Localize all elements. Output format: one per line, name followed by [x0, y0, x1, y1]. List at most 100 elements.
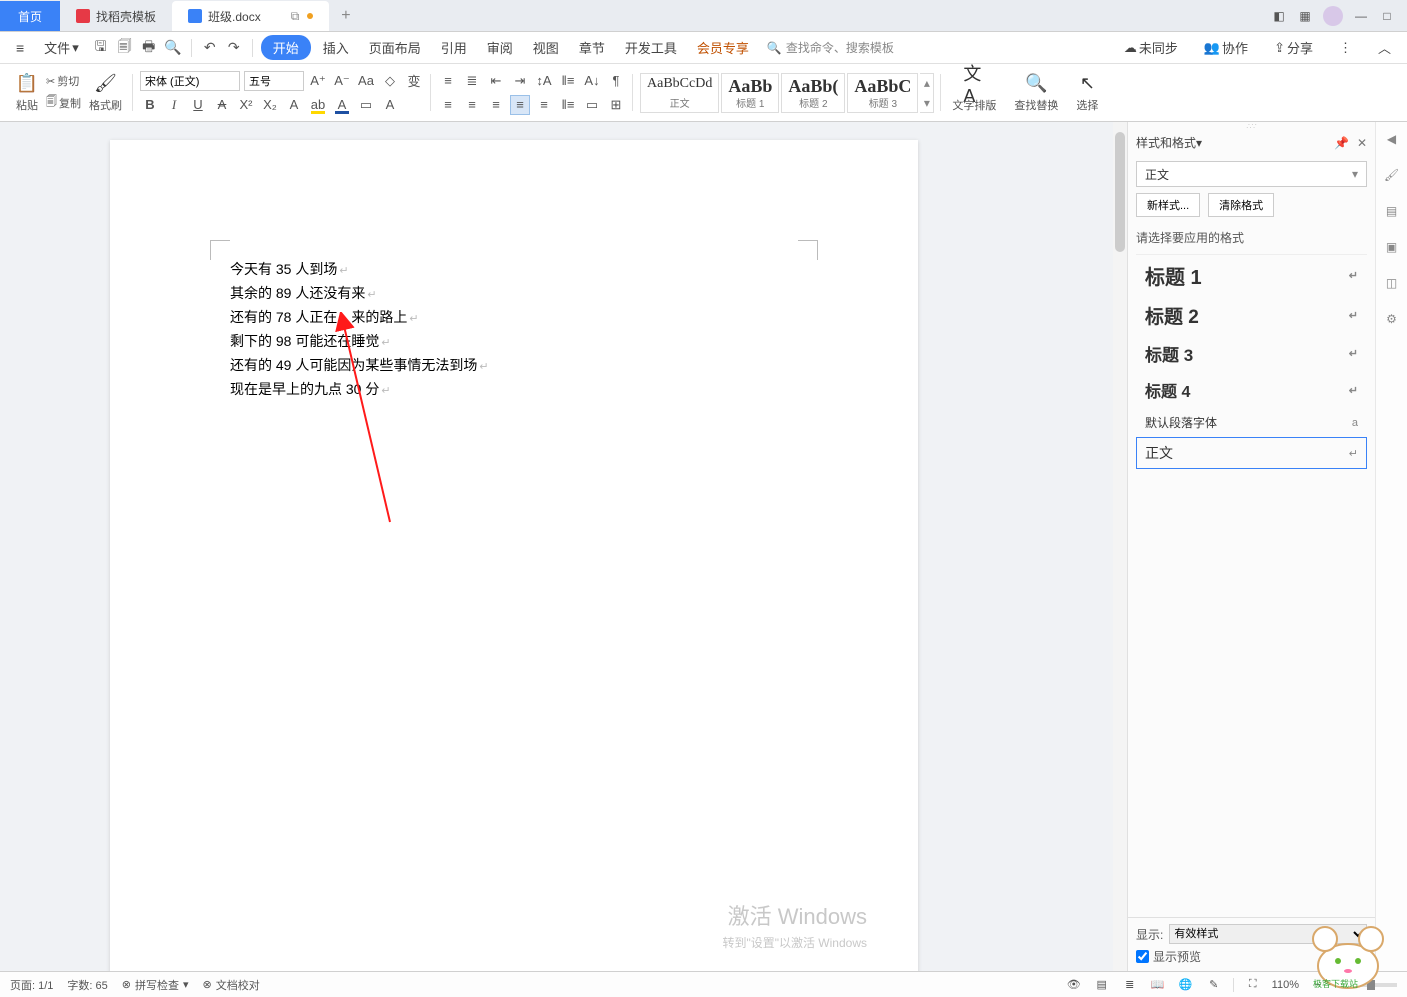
change-case-icon[interactable]: Aa: [356, 71, 376, 91]
tab-document-active[interactable]: 班级.docx ⧉: [172, 1, 329, 31]
file-menu[interactable]: 文件 ▾: [36, 34, 87, 61]
paragraph-spacing-button[interactable]: ‖≡: [558, 95, 578, 115]
clear-format-button[interactable]: 清除格式: [1208, 193, 1274, 217]
tab-section[interactable]: 章节: [571, 34, 613, 61]
view-focus-icon[interactable]: ✎: [1205, 976, 1223, 994]
saveas-icon[interactable]: 🗐: [115, 38, 135, 58]
copy-button[interactable]: 🗐复制: [46, 93, 81, 112]
align-justify-button[interactable]: ≡: [510, 95, 530, 115]
style-h3[interactable]: AaBbC标题 3: [847, 73, 918, 113]
line-spacing-button[interactable]: ‖≡: [558, 71, 578, 91]
user-avatar[interactable]: [1323, 6, 1343, 26]
sidebar-settings-icon[interactable]: ⚙: [1383, 310, 1401, 328]
style-item-h2[interactable]: 标题 2↵: [1136, 296, 1367, 335]
clear-format-icon[interactable]: ◇: [380, 71, 400, 91]
style-item-h4[interactable]: 标题 4↵: [1136, 372, 1367, 408]
borders-button[interactable]: ⊞: [606, 95, 626, 115]
zoom-slider[interactable]: [1337, 983, 1397, 987]
doc-line-2[interactable]: 其余的 89 人还没有来↵: [230, 282, 818, 306]
tab-layout[interactable]: 页面布局: [361, 34, 429, 61]
increase-indent-button[interactable]: ⇥: [510, 71, 530, 91]
grid-apps-icon[interactable]: ▦: [1297, 8, 1313, 24]
eye-view-icon[interactable]: 👁: [1065, 976, 1083, 994]
tab-member[interactable]: 会员专享: [689, 34, 757, 61]
vertical-scrollbar[interactable]: [1113, 122, 1127, 971]
text-direction-button[interactable]: ↕A: [534, 71, 554, 91]
tab-start[interactable]: 开始: [261, 35, 311, 60]
collapse-ribbon-icon[interactable]: ︿: [1370, 34, 1399, 61]
window-maximize-icon[interactable]: □: [1379, 8, 1395, 24]
view-web-icon[interactable]: 🌐: [1177, 976, 1195, 994]
pin-icon[interactable]: 📌: [1334, 136, 1349, 150]
text-effects-button[interactable]: A: [284, 95, 304, 115]
view-print-layout-icon[interactable]: ▤: [1093, 976, 1111, 994]
zoom-level[interactable]: 110%: [1272, 979, 1299, 991]
style-item-h3[interactable]: 标题 3↵: [1136, 335, 1367, 372]
tab-review[interactable]: 审阅: [479, 34, 521, 61]
decrease-indent-button[interactable]: ⇤: [486, 71, 506, 91]
show-marks-button[interactable]: ¶: [606, 71, 626, 91]
select-button[interactable]: ↖选择: [1072, 71, 1102, 115]
share-button[interactable]: ⇪ 分享: [1266, 34, 1321, 61]
tab-reference[interactable]: 引用: [433, 34, 475, 61]
tab-popout-icon[interactable]: ⧉: [291, 9, 300, 24]
doc-line-1[interactable]: 今天有 35 人到场↵: [230, 258, 818, 282]
current-style-select[interactable]: 正文 ▾: [1136, 161, 1367, 187]
fit-page-icon[interactable]: ⛶: [1244, 976, 1262, 994]
document-content[interactable]: 今天有 35 人到场↵ 其余的 89 人还没有来↵ 还有的 78 人正在；来的路…: [230, 258, 818, 402]
print-icon[interactable]: 🖶: [139, 38, 159, 58]
doc-line-3[interactable]: 还有的 78 人正在；来的路上↵: [230, 306, 818, 330]
sidebar-toggle-icon[interactable]: ◀: [1383, 130, 1401, 148]
paste-button[interactable]: 📋 粘贴: [12, 71, 42, 115]
view-outline-icon[interactable]: ≣: [1121, 976, 1139, 994]
strikethrough-button[interactable]: A: [212, 95, 232, 115]
decrease-font-icon[interactable]: A⁻: [332, 71, 352, 91]
align-right-button[interactable]: ≡: [486, 95, 506, 115]
tab-templates[interactable]: 找稻壳模板: [60, 1, 172, 31]
bold-button[interactable]: B: [140, 95, 160, 115]
chevron-down-icon[interactable]: ▾: [1196, 136, 1202, 150]
subscript-button[interactable]: X₂: [260, 95, 280, 115]
scrollbar-thumb[interactable]: [1115, 132, 1125, 252]
text-wrap-button[interactable]: 文A文字排版: [948, 71, 1000, 115]
superscript-button[interactable]: X²: [236, 95, 256, 115]
sort-button[interactable]: A↓: [582, 71, 602, 91]
status-proofread[interactable]: ⊗ 文档校对: [203, 977, 260, 993]
font-name-input[interactable]: [140, 71, 240, 91]
status-spellcheck[interactable]: ⊗ 拼写检查 ▾: [122, 977, 189, 993]
increase-font-icon[interactable]: A⁺: [308, 71, 328, 91]
sidebar-properties-icon[interactable]: ▤: [1383, 202, 1401, 220]
style-item-h1[interactable]: 标题 1↵: [1136, 255, 1367, 296]
style-h2[interactable]: AaBb(标题 2: [781, 73, 845, 113]
sidebar-template-icon[interactable]: ◫: [1383, 274, 1401, 292]
shading-button[interactable]: ▭: [582, 95, 602, 115]
char-shading-button[interactable]: ▭: [356, 95, 376, 115]
tab-home[interactable]: 首页: [0, 1, 60, 31]
panel-grip-icon[interactable]: ∴∵: [1128, 122, 1375, 130]
tab-insert[interactable]: 插入: [315, 34, 357, 61]
highlight-color-button[interactable]: ab: [308, 95, 328, 115]
status-page[interactable]: 页面: 1/1: [10, 977, 53, 993]
redo-icon[interactable]: ↷: [224, 38, 244, 58]
window-minimize-icon[interactable]: —: [1353, 8, 1369, 24]
style-body[interactable]: AaBbCcDd正文: [640, 73, 719, 113]
char-border-button[interactable]: A: [380, 95, 400, 115]
style-item-body-selected[interactable]: 正文↵: [1136, 437, 1367, 469]
zoom-out-icon[interactable]: −: [1309, 976, 1327, 994]
new-style-button[interactable]: 新样式...: [1136, 193, 1200, 217]
close-panel-icon[interactable]: ✕: [1357, 136, 1367, 150]
hamburger-icon[interactable]: ≡: [8, 36, 32, 60]
document-canvas[interactable]: 今天有 35 人到场↵ 其余的 89 人还没有来↵ 还有的 78 人正在；来的路…: [0, 122, 1127, 971]
numbering-button[interactable]: ≣: [462, 71, 482, 91]
italic-button[interactable]: I: [164, 95, 184, 115]
save-icon[interactable]: 🖫: [91, 38, 111, 58]
preview-checkbox-input[interactable]: [1136, 950, 1149, 963]
tab-dev[interactable]: 开发工具: [617, 34, 685, 61]
find-replace-button[interactable]: 🔍查找替换: [1010, 71, 1062, 115]
align-center-button[interactable]: ≡: [462, 95, 482, 115]
bullets-button[interactable]: ≡: [438, 71, 458, 91]
style-item-default-font[interactable]: 默认段落字体a: [1136, 408, 1367, 437]
font-size-input[interactable]: [244, 71, 304, 91]
phonetic-guide-icon[interactable]: 变: [404, 71, 424, 91]
show-filter-select[interactable]: 有效样式: [1169, 924, 1367, 944]
